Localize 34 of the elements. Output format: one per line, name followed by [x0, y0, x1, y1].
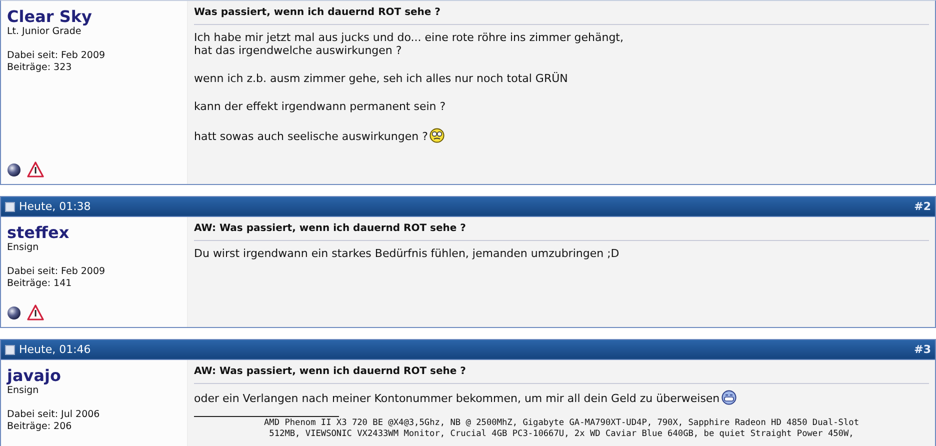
post-count: Beiträge: 323	[7, 62, 72, 74]
signature-text: AMD Phenom II X3 720 BE @X4@3,5Ghz, NB @ 2500MhZ, Gigabyte GA-MA790XT-UD4P, 790X, Sapphire Radeon HD 4850 Dual-Slot 512MB, VIEWSONIC VX2433WM Monitor, Crucial 4GB PC3-10667U, 2x WD Caviar Blue 640GB, be quiet Straight Power 450W,	[263, 418, 860, 440]
post-text: kann der effekt irgendwann permanent sein ?	[194, 100, 447, 113]
post-text: hatt sowas auch seelische auswirkungen ?	[194, 128, 929, 143]
post-title: AW: Was passiert, wenn ich dauernd ROT sehe ?	[194, 366, 929, 384]
post-date: Heute, 01:46	[19, 343, 92, 356]
post-title: Was passiert, wenn ich dauernd ROT sehe ?	[194, 7, 929, 25]
post-number-link[interactable]: #2	[914, 200, 931, 213]
document-icon	[5, 202, 15, 212]
user-rank: Ensign	[7, 242, 39, 254]
post-text: Ich habe mir jetzt mal aus jucks und do... eine rote röhre ins zimmer gehängt, hat das irgendwelche auswirkungen ?	[194, 31, 624, 57]
post-count: Beiträge: 141	[7, 278, 72, 290]
smiley-icon	[428, 128, 445, 143]
user-rank: Lt. Junior Grade	[7, 26, 82, 38]
user-rank: Ensign	[7, 385, 39, 397]
warning-icon[interactable]	[27, 304, 44, 321]
post-text: Du wirst irgendwann ein starkes Bedürfnis fühlen, jemanden umzubringen ;D	[194, 247, 620, 260]
smiley-icon	[720, 390, 737, 405]
status-orb-icon[interactable]	[7, 306, 21, 320]
join-date: Dabei seit: Feb 2009	[7, 266, 106, 278]
join-date: Dabei seit: Feb 2009	[7, 50, 106, 62]
warning-icon[interactable]	[27, 161, 44, 178]
post-date: Heute, 01:38	[19, 200, 92, 213]
document-icon	[5, 344, 15, 354]
username-link[interactable]: Clear Sky	[7, 7, 92, 26]
post-text: oder ein Verlangen nach meiner Kontonummer bekommen, um mir all dein Geld zu überweisen	[194, 390, 929, 405]
join-date: Dabei seit: Jul 2006	[7, 409, 100, 421]
post-number-link[interactable]: #3	[914, 343, 931, 356]
username-link[interactable]: steffex	[7, 223, 70, 242]
status-orb-icon[interactable]	[7, 162, 21, 176]
username-link[interactable]: javajo	[7, 366, 61, 385]
post-text: wenn ich z.b. ausm zimmer gehe, seh ich alles nur noch total GRÜN	[194, 72, 569, 85]
post-count: Beiträge: 206	[7, 421, 72, 433]
post-title: AW: Was passiert, wenn ich dauernd ROT sehe ?	[194, 223, 929, 241]
